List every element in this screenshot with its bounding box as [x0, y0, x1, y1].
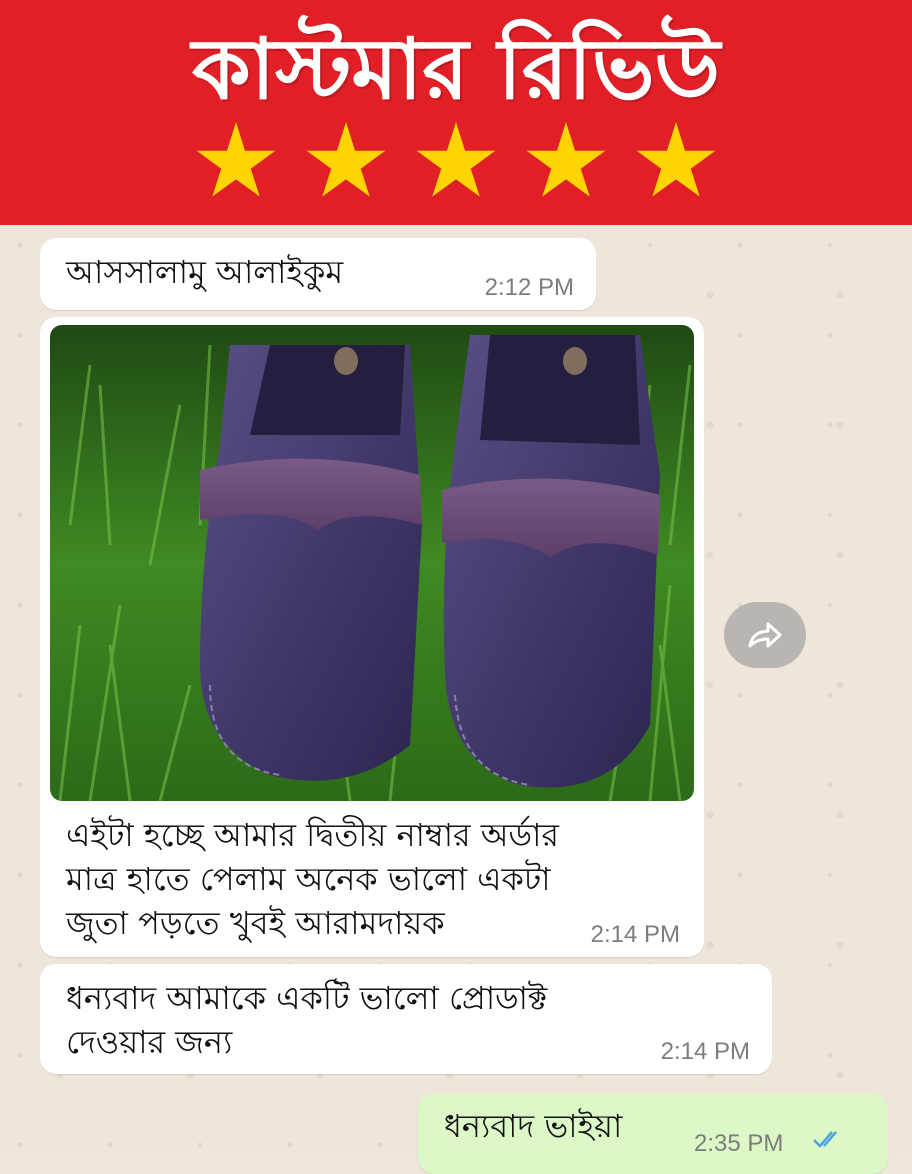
double-check-read-icon [813, 1131, 837, 1148]
message-line: ধন্যবাদ আমাকে একটি ভালো প্রোডাক্ট [66, 979, 548, 1017]
star-icon [416, 122, 496, 197]
star-icon [196, 122, 276, 197]
left-shoe [200, 345, 422, 781]
message-text: ধন্যবাদ আমাকে একটি ভালো প্রোডাক্ট দেওয়া… [66, 976, 746, 1064]
star-icon [526, 122, 606, 197]
incoming-image-message-bubble[interactable]: এইটা হচ্ছে আমার দ্বিতীয় নাম্বার অর্ডার … [40, 317, 704, 957]
message-line: এইটা হচ্ছে আমার দ্বিতীয় নাম্বার অর্ডার [66, 816, 559, 854]
message-line: মাত্র হাতে পেলাম অনেক ভালো একটা [66, 860, 551, 898]
message-text: ধন্যবাদ ভাইয়া [444, 1107, 623, 1145]
incoming-message-bubble[interactable]: ধন্যবাদ আমাকে একটি ভালো প্রোডাক্ট দেওয়া… [40, 964, 772, 1074]
incoming-message-bubble[interactable]: আসসালামু আলাইকুম 2:12 PM [40, 238, 596, 310]
right-shoe [442, 335, 660, 788]
message-time: 2:14 PM [590, 921, 680, 948]
message-text: আসসালামু আলাইকুম [66, 253, 344, 291]
forward-arrow-icon [748, 622, 782, 648]
message-time: 2:12 PM [484, 274, 574, 301]
forward-button[interactable] [724, 602, 806, 668]
star-rating [0, 122, 912, 222]
star-icon [636, 122, 716, 197]
review-banner: কাস্টমার রিভিউ [0, 0, 912, 225]
message-time: 2:35 PM [694, 1130, 784, 1157]
outgoing-message-bubble[interactable]: ধন্যবাদ ভাইয়া 2:35 PM [418, 1094, 888, 1174]
message-line: দেওয়ার জন্য [66, 1023, 233, 1061]
banner-title: কাস্টমার রিভিউ [191, 20, 721, 118]
star-icon [306, 122, 386, 197]
shoe-photo[interactable] [50, 325, 694, 801]
message-time: 2:14 PM [660, 1038, 750, 1065]
